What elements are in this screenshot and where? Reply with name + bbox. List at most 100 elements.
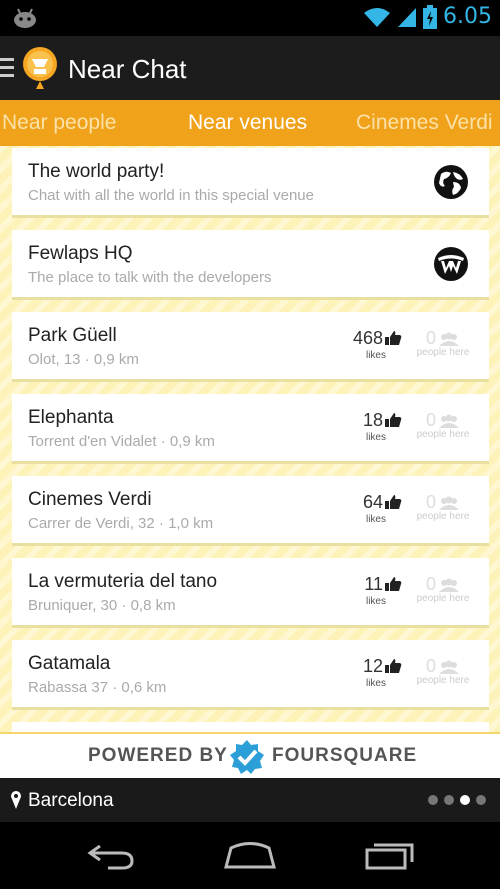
likes-label: likes xyxy=(365,350,386,361)
thumbs-up-icon xyxy=(385,577,402,591)
navigation-bar xyxy=(0,822,500,889)
venue-card[interactable]: Park Güell Olot, 13 · 0,9 km 468 likes 0… xyxy=(12,312,489,382)
people-number: 0 xyxy=(425,656,436,676)
venue-card[interactable]: Cinemes Verdi Carrer de Verdi, 32 · 1,0 … xyxy=(12,476,489,546)
likes-number: 11 xyxy=(364,574,383,594)
page-dot xyxy=(428,795,438,805)
venue-address-line: Carrer de Verdi, 32 · 1,0 km xyxy=(28,515,213,532)
venue-name: La vermuteria del tano xyxy=(28,571,218,592)
venue-name: Elephanta xyxy=(28,407,114,428)
venue-card[interactable]: The world party! Chat with all the world… xyxy=(12,148,489,218)
likes-count: 11 likes xyxy=(322,574,402,607)
venue-name: Gatamala xyxy=(28,653,111,674)
location-pin-icon xyxy=(11,791,21,809)
venue-card[interactable]: Elephanta Torrent d'en Vidalet · 0,9 km … xyxy=(12,394,489,464)
location-bar[interactable]: Barcelona xyxy=(0,778,500,822)
venue-address: Torrent d'en Vidalet xyxy=(28,433,157,450)
people-icon xyxy=(439,578,459,592)
menu-icon[interactable] xyxy=(0,58,14,78)
thumbs-up-icon xyxy=(385,659,402,673)
people-icon xyxy=(439,496,459,510)
people-here-label: people here xyxy=(416,593,470,604)
venue-card[interactable]: Fewlaps HQ The place to talk with the de… xyxy=(12,230,489,300)
page-dot-active xyxy=(460,795,470,805)
page-dot xyxy=(444,795,454,805)
people-icon xyxy=(439,660,459,674)
thumbs-up-icon xyxy=(385,495,402,509)
separator: · xyxy=(84,351,90,368)
status-bar: 6.05 xyxy=(0,0,500,36)
venue-distance: 0,9 km xyxy=(169,433,215,450)
people-number: 0 xyxy=(425,328,436,348)
people-number: 0 xyxy=(425,492,436,512)
separator: · xyxy=(158,515,164,532)
people-here-label: people here xyxy=(416,429,470,440)
people-number: 0 xyxy=(425,574,436,594)
people-here: 0 people here xyxy=(410,328,476,358)
powered-by-foursquare: POWERED BY FOURSQUARE xyxy=(0,732,500,778)
venue-subtitle: The place to talk with the developers xyxy=(28,269,272,286)
venue-distance: 0,6 km xyxy=(121,679,167,696)
page-indicator xyxy=(428,795,486,805)
venue-distance: 1,0 km xyxy=(168,515,214,532)
page-dot xyxy=(476,795,486,805)
current-city: Barcelona xyxy=(28,790,114,811)
venue-card[interactable]: Gatamala Rabassa 37 · 0,6 km 12 likes 0 … xyxy=(12,640,489,710)
tab-near-venues[interactable]: Near venues xyxy=(188,111,307,135)
likes-number: 468 xyxy=(352,328,383,348)
android-icon xyxy=(14,8,36,28)
people-here-label: people here xyxy=(416,675,470,686)
recent-apps-icon[interactable] xyxy=(364,840,416,870)
likes-label: likes xyxy=(365,596,386,607)
venue-subtitle: Chat with all the world in this special … xyxy=(28,187,314,204)
venue-card[interactable]: La vermuteria del tano Bruniquer, 30 · 0… xyxy=(12,558,489,628)
likes-count: 64 likes xyxy=(322,492,402,525)
likes-count: 12 likes xyxy=(322,656,402,689)
people-here-label: people here xyxy=(416,511,470,522)
venue-name: Cinemes Verdi xyxy=(28,489,152,510)
likes-label: likes xyxy=(365,514,386,525)
tab-strip: Near people Near venues Cinemes Verdi xyxy=(0,100,500,146)
foursquare-label: FOURSQUARE xyxy=(272,745,418,766)
powered-by-label: POWERED BY xyxy=(88,745,228,766)
app-title: Near Chat xyxy=(68,54,187,84)
likes-label: likes xyxy=(365,432,386,443)
tab-cinemes-verdi[interactable]: Cinemes Verdi xyxy=(356,111,493,135)
app-logo[interactable] xyxy=(22,46,58,90)
people-here: 0 people here xyxy=(410,574,476,604)
people-here: 0 people here xyxy=(410,410,476,440)
signal-icon xyxy=(398,7,417,27)
people-number: 0 xyxy=(425,410,436,430)
people-here: 0 people here xyxy=(410,492,476,522)
venue-address: Rabassa 37 xyxy=(28,679,109,696)
foursquare-checkmark-icon xyxy=(230,740,264,774)
people-here-label: people here xyxy=(416,347,470,358)
likes-count: 18 likes xyxy=(322,410,402,443)
likes-label: likes xyxy=(365,678,386,689)
venue-address: Olot, 13 xyxy=(28,351,81,368)
likes-number: 64 xyxy=(362,492,383,512)
tab-near-people[interactable]: Near people xyxy=(2,111,116,135)
venue-card-partial[interactable] xyxy=(12,722,489,732)
thumbs-up-icon xyxy=(385,331,402,345)
venue-distance: 0,9 km xyxy=(93,351,139,368)
venue-name: Park Güell xyxy=(28,325,117,346)
people-icon xyxy=(439,414,459,428)
wifi-icon xyxy=(364,7,391,27)
home-icon[interactable] xyxy=(223,840,277,870)
fewlaps-logo xyxy=(434,247,468,281)
likes-number: 12 xyxy=(362,656,383,676)
separator: · xyxy=(121,597,127,614)
venue-address: Bruniquer, 30 xyxy=(28,597,118,614)
back-icon[interactable] xyxy=(86,840,136,870)
thumbs-up-icon xyxy=(385,413,402,427)
people-icon xyxy=(439,332,459,346)
likes-count: 468 likes xyxy=(322,328,402,361)
separator: · xyxy=(112,679,118,696)
separator: · xyxy=(160,433,166,450)
venue-address-line: Torrent d'en Vidalet · 0,9 km xyxy=(28,433,215,450)
venue-list[interactable]: The world party! Chat with all the world… xyxy=(0,146,500,732)
action-bar: Near Chat xyxy=(0,36,500,100)
venue-address-line: Bruniquer, 30 · 0,8 km xyxy=(28,597,176,614)
globe-icon xyxy=(434,165,468,199)
